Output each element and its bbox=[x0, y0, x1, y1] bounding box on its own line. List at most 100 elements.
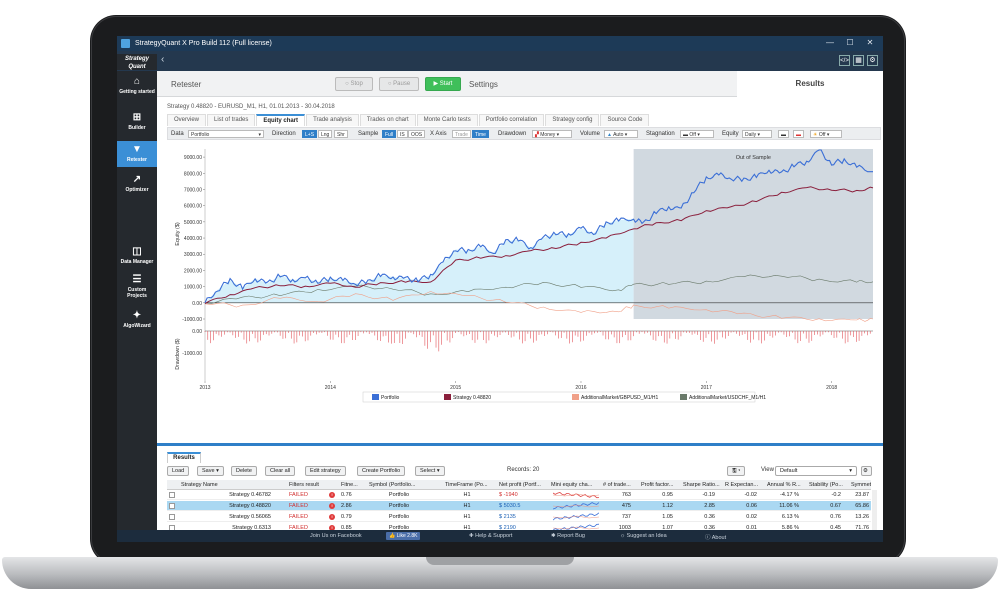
cell-name: Strategy 0.48820 bbox=[229, 503, 271, 509]
col-filters-result[interactable]: Filters result bbox=[289, 482, 341, 488]
xaxis-time-button[interactable]: Time bbox=[472, 130, 489, 138]
help-icon: ✚ bbox=[469, 533, 474, 539]
col-fitness[interactable]: Fitne... bbox=[341, 482, 365, 488]
tab-source-code[interactable]: Source Code bbox=[600, 114, 650, 126]
gear-icon[interactable]: ⚙ bbox=[867, 55, 878, 66]
y-tick-label: 4000.00 bbox=[184, 236, 202, 242]
legend-swatch bbox=[444, 394, 451, 400]
y-tick-label: 6000.00 bbox=[184, 204, 202, 210]
xaxis-trade-button[interactable]: Trade bbox=[452, 130, 471, 138]
drawdown-select[interactable]: ▞ Money ▾ bbox=[532, 130, 572, 138]
close-icon[interactable]: ✕ bbox=[863, 38, 877, 47]
col-sharpe[interactable]: Sharpe Ratio... bbox=[683, 482, 723, 488]
table-row[interactable]: Strategy 0.48820 FAILED 2.86 Portfolio H1 $ 5… bbox=[167, 501, 871, 511]
sidebar-item-data-manager[interactable]: ◫ Data Manager bbox=[117, 247, 157, 271]
col-strategy-name[interactable]: Strategy Name bbox=[181, 482, 271, 488]
tab-equity-chart[interactable]: Equity chart bbox=[256, 114, 306, 126]
minimize-icon[interactable]: — bbox=[823, 38, 837, 47]
last-select[interactable]: ☀ Off ▾ bbox=[810, 130, 842, 138]
sidebar-item-label: Builder bbox=[128, 125, 146, 131]
volume-select[interactable]: ▲ Auto ▾ bbox=[604, 130, 638, 138]
mini-equity-chart bbox=[552, 512, 600, 521]
col-symmetry[interactable]: Symmetry (... bbox=[851, 482, 871, 488]
sample-full-button[interactable]: Full bbox=[382, 130, 397, 138]
sidebar-item-retester[interactable]: ▼ Retester bbox=[117, 141, 157, 167]
laptop-notch bbox=[426, 557, 574, 565]
col-timeframe[interactable]: TimeFrame (Po... bbox=[445, 482, 495, 488]
suggest-idea-link[interactable]: ☼ Suggest an Idea bbox=[620, 533, 667, 539]
edit-strategy-button[interactable]: Edit strategy bbox=[305, 466, 346, 476]
line-style-icon[interactable]: ▬ bbox=[778, 130, 789, 138]
col-r-expectancy[interactable]: R Expectan... bbox=[725, 482, 765, 488]
tab-overview[interactable]: Overview bbox=[167, 114, 207, 126]
settings-title[interactable]: Settings bbox=[469, 80, 498, 89]
sidebar-item-optimizer[interactable]: ↗ Optimizer bbox=[117, 175, 157, 199]
col-annual-return[interactable]: Annual % R... bbox=[767, 482, 807, 488]
mini-equity-chart bbox=[552, 501, 600, 510]
select-button[interactable]: Select ▾ bbox=[415, 466, 445, 476]
tab-list-of-trades[interactable]: List of trades bbox=[207, 114, 256, 126]
sample-is-button[interactable]: IS bbox=[397, 130, 408, 138]
view-select[interactable]: Default ▾ bbox=[775, 466, 857, 476]
tab-monte-carlo[interactable]: Monte Carlo tests bbox=[416, 114, 478, 126]
maximize-icon[interactable]: ☐ bbox=[843, 38, 857, 47]
cell-filter: FAILED bbox=[289, 503, 308, 509]
pause-button[interactable]: ○ Pause bbox=[379, 77, 419, 91]
row-checkbox[interactable] bbox=[169, 514, 175, 520]
sidebar-item-algowizard[interactable]: ✦ AlgoWizard bbox=[117, 311, 157, 335]
tab-trade-analysis[interactable]: Trade analysis bbox=[306, 114, 359, 126]
stagnation-select[interactable]: ▬ Off ▾ bbox=[680, 130, 714, 138]
help-link[interactable]: ✚ Help & Support bbox=[469, 533, 512, 539]
like-button[interactable]: 👍 Like 2.8K bbox=[386, 532, 421, 540]
table-row[interactable]: Strategy 0.56065 FAILED 0.79 Portfolio H1 $ 2… bbox=[167, 512, 871, 522]
col-trades[interactable]: # of trade... bbox=[603, 482, 639, 488]
color-icon[interactable]: ▬ bbox=[793, 130, 804, 138]
col-stability[interactable]: Stability (Po... bbox=[809, 482, 849, 488]
sidebar-item-custom-projects[interactable]: ☰ Custom Projects bbox=[117, 275, 157, 303]
direction-long-button[interactable]: Lng bbox=[318, 130, 333, 138]
stop-button[interactable]: ○ Stop bbox=[335, 77, 373, 91]
equity-select[interactable]: Daily ▾ bbox=[742, 130, 772, 138]
sidebar-item-getting-started[interactable]: ⌂ Getting started bbox=[117, 77, 157, 105]
records-count: Records: 20 bbox=[507, 467, 540, 473]
grid-icon[interactable]: ▦ bbox=[853, 55, 864, 66]
tab-results[interactable]: Results bbox=[167, 452, 201, 463]
sidebar-item-builder[interactable]: ⊞ Builder bbox=[117, 113, 157, 137]
table-row[interactable]: Strategy 0.46782 FAILED 0.76 Portfolio H1 $ -… bbox=[167, 490, 871, 500]
error-icon: ! bbox=[329, 492, 335, 498]
save-button[interactable]: Save ▾ bbox=[197, 466, 224, 476]
chevron-down-icon: ▾ bbox=[849, 468, 852, 474]
col-mini-equity[interactable]: Mini equity cha... bbox=[551, 482, 601, 488]
load-button[interactable]: Load bbox=[167, 466, 190, 476]
row-checkbox[interactable] bbox=[169, 492, 175, 498]
create-portfolio-button[interactable]: Create Portfolio bbox=[357, 466, 406, 476]
tab-trades-on-chart[interactable]: Trades on chart bbox=[359, 114, 416, 126]
panel-splitter[interactable] bbox=[157, 443, 883, 446]
back-arrow-icon[interactable]: ‹ bbox=[161, 54, 164, 65]
delete-button[interactable]: Delete bbox=[231, 466, 257, 476]
results-title[interactable]: Results bbox=[737, 71, 883, 97]
direction-short-button[interactable]: Shr bbox=[334, 130, 348, 138]
app-window: StrategyQuant X Pro Build 112 (Full lice… bbox=[117, 36, 883, 542]
row-checkbox[interactable] bbox=[169, 503, 175, 509]
col-profit-factor[interactable]: Profit factor... bbox=[641, 482, 681, 488]
tab-portfolio-correlation[interactable]: Portfolio correlation bbox=[478, 114, 545, 126]
clear-all-button[interactable]: Clear all bbox=[265, 466, 296, 476]
col-net-profit[interactable]: Net profit (Portf... bbox=[499, 482, 549, 488]
data-select[interactable]: Portfolio ▾ bbox=[188, 130, 264, 138]
export-button[interactable]: 🖫 ▾ bbox=[727, 466, 746, 476]
report-bug-link[interactable]: ✱ Report Bug bbox=[551, 533, 585, 539]
code-icon[interactable]: </> bbox=[839, 55, 850, 66]
direction-both-button[interactable]: L+S bbox=[302, 130, 318, 138]
facebook-link[interactable]: Join Us on Facebook bbox=[310, 533, 362, 539]
tab-strategy-config[interactable]: Strategy config bbox=[545, 114, 600, 126]
cell-stability: 0.67 bbox=[830, 503, 841, 509]
about-link[interactable]: ⓘ About bbox=[705, 533, 726, 541]
line-chart-icon: ↗ bbox=[132, 174, 142, 185]
app-icon bbox=[121, 39, 130, 48]
dd-tick-label: 0.00 bbox=[192, 329, 202, 335]
grid-settings-icon[interactable]: ⚙ bbox=[861, 466, 872, 476]
col-symbol[interactable]: Symbol (Portfolio... bbox=[369, 482, 439, 488]
start-button[interactable]: ▶ Start bbox=[425, 77, 461, 91]
sample-oos-button[interactable]: OOS bbox=[408, 130, 426, 138]
